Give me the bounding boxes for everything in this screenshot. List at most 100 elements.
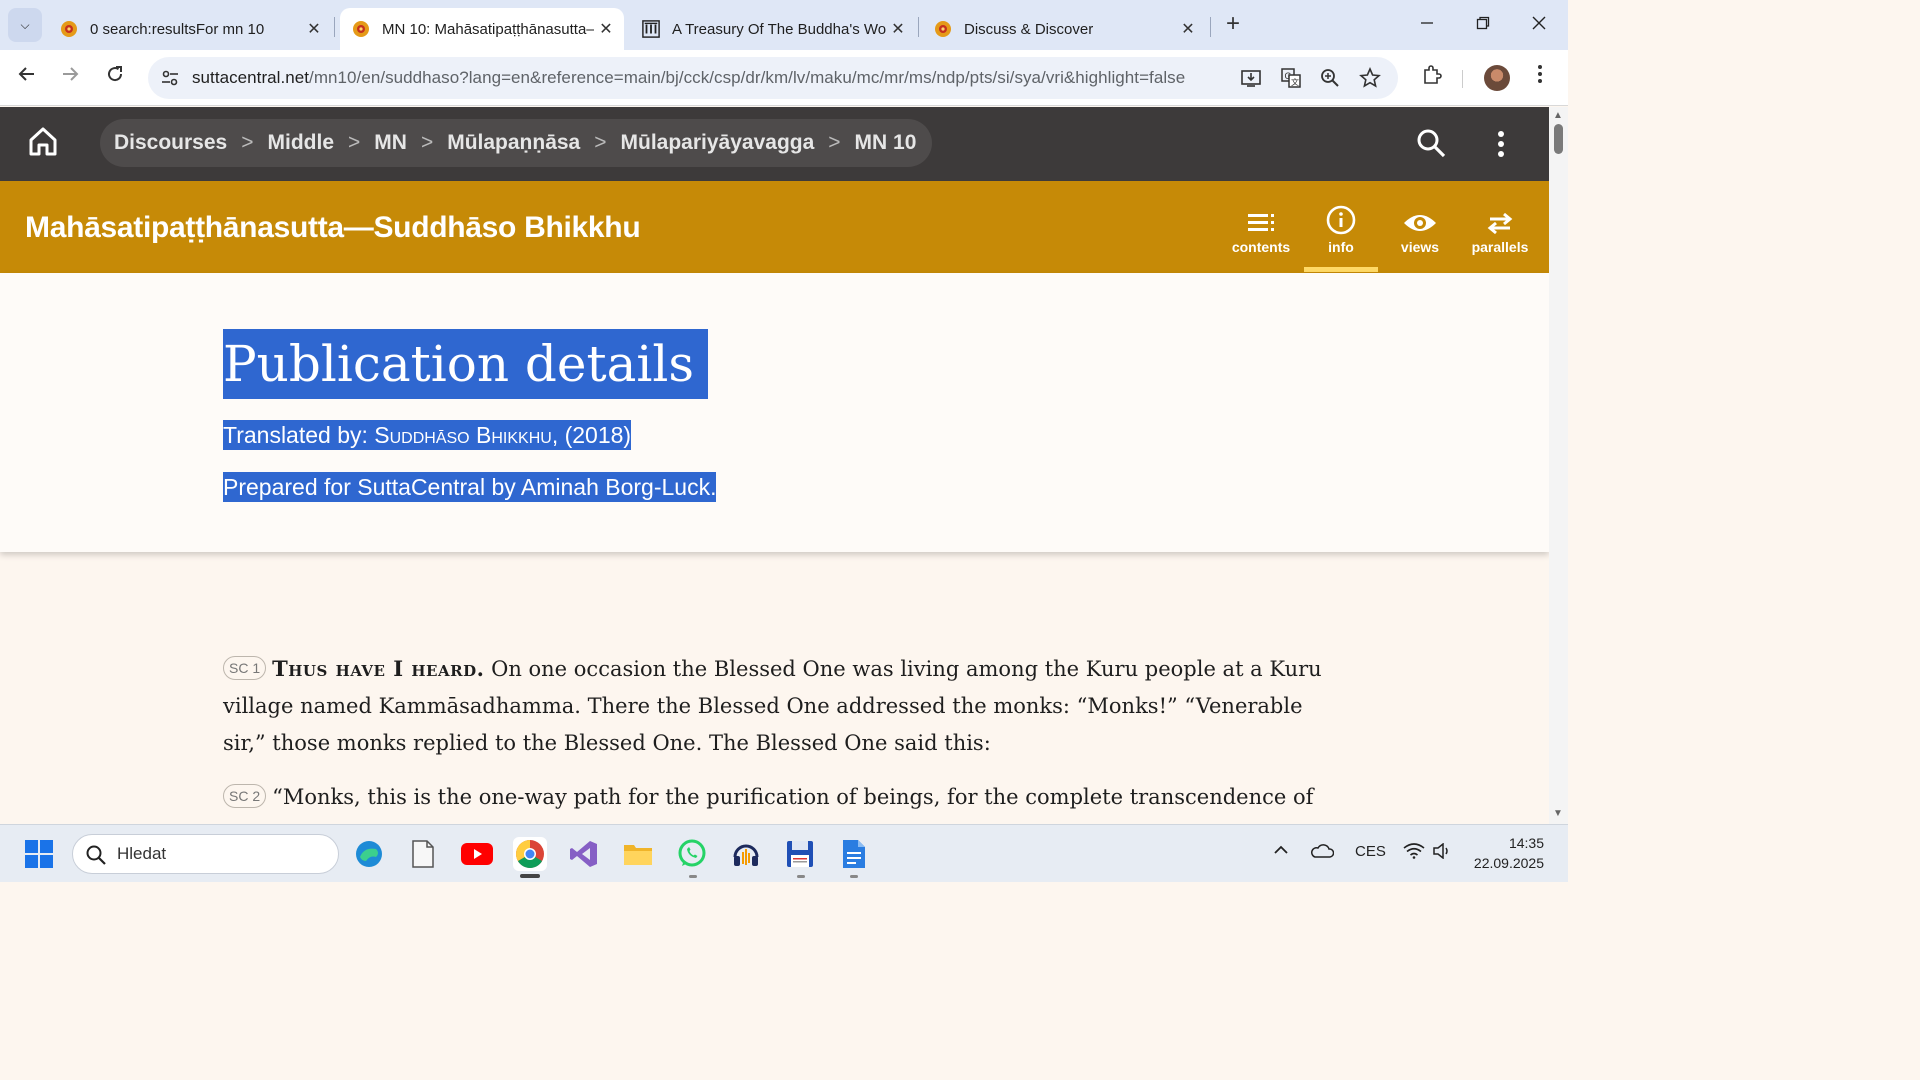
save-app-icon[interactable]	[783, 837, 817, 871]
show-hidden-icons-icon[interactable]	[1272, 843, 1290, 861]
restore-icon	[1476, 16, 1490, 30]
tab-search-button[interactable]: ⌵	[8, 8, 42, 42]
page-scrollbar[interactable]	[1549, 107, 1568, 824]
audacity-icon[interactable]	[729, 837, 763, 871]
translate-icon[interactable]: G文	[1280, 67, 1302, 89]
clock-date: 22.09.2025	[1473, 855, 1544, 871]
breadcrumb-mulapariyayavagga[interactable]: Mūlapariyāyavagga	[621, 131, 815, 155]
arrow-left-icon	[18, 67, 34, 81]
language-indicator[interactable]: CES	[1355, 843, 1386, 860]
parallels-icon	[1487, 212, 1513, 235]
tab-separator	[918, 17, 919, 37]
chevron-right-icon: >	[348, 131, 361, 154]
tab-search-results[interactable]: 0 search:resultsFor mn 10 ✕	[48, 8, 332, 50]
breadcrumb-middle[interactable]: Middle	[268, 131, 335, 155]
url-text: suttacentral.net/mn10/en/suddhaso?lang=e…	[192, 68, 1185, 88]
minimize-icon	[1421, 22, 1433, 24]
tab-treasury[interactable]: A Treasury Of The Buddha's Wo ✕	[630, 8, 916, 50]
tab-mn10[interactable]: MN 10: Mahāsatipaṭṭhānasutta— ✕	[340, 8, 624, 50]
windows-start-icon[interactable]	[25, 840, 53, 868]
chevron-down-icon: ⌵	[20, 17, 30, 32]
more-options-icon[interactable]	[1488, 130, 1514, 158]
document-title: Mahāsatipaṭṭhānasutta—Suddhāso Bhikkhu	[25, 211, 641, 244]
zoom-icon[interactable]	[1319, 67, 1341, 89]
site-info-icon[interactable]	[160, 68, 180, 88]
taskbar-search[interactable]: Hledat	[72, 834, 339, 874]
scrollbar-thumb[interactable]	[1554, 124, 1563, 154]
parallels-button[interactable]: parallels	[1460, 211, 1540, 255]
translator-name: Suddhāso Bhikkhu	[374, 422, 552, 448]
wifi-icon[interactable]	[1403, 843, 1425, 863]
publication-title: Publication details	[223, 329, 709, 399]
search-icon[interactable]	[1416, 128, 1446, 158]
prepared-by: Prepared for SuttaCentral by Aminah Borg…	[223, 472, 717, 502]
whatsapp-icon[interactable]	[675, 837, 709, 871]
parallels-label: parallels	[1471, 239, 1529, 255]
bookmark-star-icon[interactable]	[1359, 66, 1381, 89]
site-navbar: Discourses > Middle > MN > Mūlapaṇṇāsa >…	[0, 107, 1549, 181]
notepad-icon[interactable]	[406, 837, 440, 871]
taskbar-search-placeholder: Hledat	[117, 844, 167, 863]
segment-reference[interactable]: SC 1	[223, 656, 267, 680]
suttacentral-icon	[352, 20, 370, 38]
publication-details-panel: Publication details Translated by: Suddh…	[0, 273, 1549, 552]
app-running-indicator	[797, 875, 805, 878]
contents-button[interactable]: contents	[1221, 211, 1301, 255]
contents-icon	[1248, 214, 1274, 231]
segment-reference[interactable]: SC 2	[223, 784, 267, 808]
close-tab-icon[interactable]: ✕	[302, 19, 326, 39]
breadcrumb-mn10[interactable]: MN 10	[855, 131, 917, 155]
toolbar-divider	[1462, 70, 1463, 88]
translated-year: , (2018)	[551, 422, 632, 448]
info-label: info	[1328, 239, 1354, 255]
text-title-bar: Mahāsatipaṭṭhānasutta—Suddhāso Bhikkhu c…	[0, 181, 1549, 273]
breadcrumb-mn[interactable]: MN	[374, 131, 407, 155]
browser-toolbar: suttacentral.net/mn10/en/suddhaso?lang=e…	[0, 50, 1568, 106]
close-icon	[1532, 16, 1546, 30]
chrome-icon[interactable]	[513, 837, 547, 871]
translated-by: Translated by: Suddhāso Bhikkhu, (2018)	[223, 420, 632, 450]
extensions-icon[interactable]	[1418, 64, 1446, 92]
opening-phrase: Thus have I heard.	[272, 656, 485, 681]
browser-menu-icon[interactable]	[1526, 64, 1554, 92]
restore-button[interactable]	[1460, 8, 1506, 42]
docs-icon[interactable]	[837, 837, 871, 871]
sutta-text: SC 1 Thus have I heard. On one occasion t…	[223, 650, 1323, 833]
forward-button[interactable]	[54, 62, 86, 94]
library-icon	[642, 20, 660, 38]
app-running-indicator	[850, 875, 858, 878]
close-window-button[interactable]	[1516, 8, 1562, 42]
edge-icon[interactable]	[352, 837, 386, 871]
close-tab-icon[interactable]: ✕	[594, 19, 618, 39]
youtube-icon[interactable]	[460, 837, 494, 871]
volume-icon[interactable]	[1432, 842, 1452, 863]
install-app-icon[interactable]	[1240, 67, 1262, 89]
onedrive-icon[interactable]	[1310, 843, 1335, 863]
scroll-down-icon[interactable]: ▼	[1553, 808, 1563, 819]
close-tab-icon[interactable]: ✕	[886, 19, 910, 39]
address-bar[interactable]: suttacentral.net/mn10/en/suddhaso?lang=e…	[148, 57, 1398, 99]
new-tab-button[interactable]: +	[1218, 10, 1248, 40]
views-button[interactable]: views	[1380, 211, 1460, 255]
info-icon	[1326, 205, 1356, 235]
visual-studio-icon[interactable]	[567, 837, 601, 871]
breadcrumb-discourses[interactable]: Discourses	[114, 131, 227, 155]
file-explorer-icon[interactable]	[621, 837, 655, 871]
home-icon[interactable]	[26, 124, 60, 158]
info-button[interactable]: info	[1301, 205, 1381, 255]
reload-button[interactable]	[99, 62, 131, 94]
active-app-indicator	[520, 874, 540, 878]
suttacentral-icon	[934, 20, 952, 38]
minimize-button[interactable]	[1404, 8, 1450, 42]
tab-title: 0 search:resultsFor mn 10	[90, 20, 265, 38]
close-tab-icon[interactable]: ✕	[1176, 19, 1200, 39]
back-button[interactable]	[11, 62, 43, 94]
chevron-right-icon: >	[828, 131, 841, 154]
tab-discuss[interactable]: Discuss & Discover ✕	[922, 8, 1206, 50]
scroll-up-icon[interactable]: ▲	[1553, 110, 1563, 121]
profile-avatar[interactable]	[1484, 65, 1510, 91]
search-icon	[86, 845, 106, 865]
breadcrumb-mulapannasa[interactable]: Mūlapaṇṇāsa	[447, 131, 580, 155]
tab-title: MN 10: Mahāsatipaṭṭhānasutta—	[382, 20, 594, 38]
system-clock[interactable]: 14:35 22.09.2025	[1470, 833, 1544, 873]
